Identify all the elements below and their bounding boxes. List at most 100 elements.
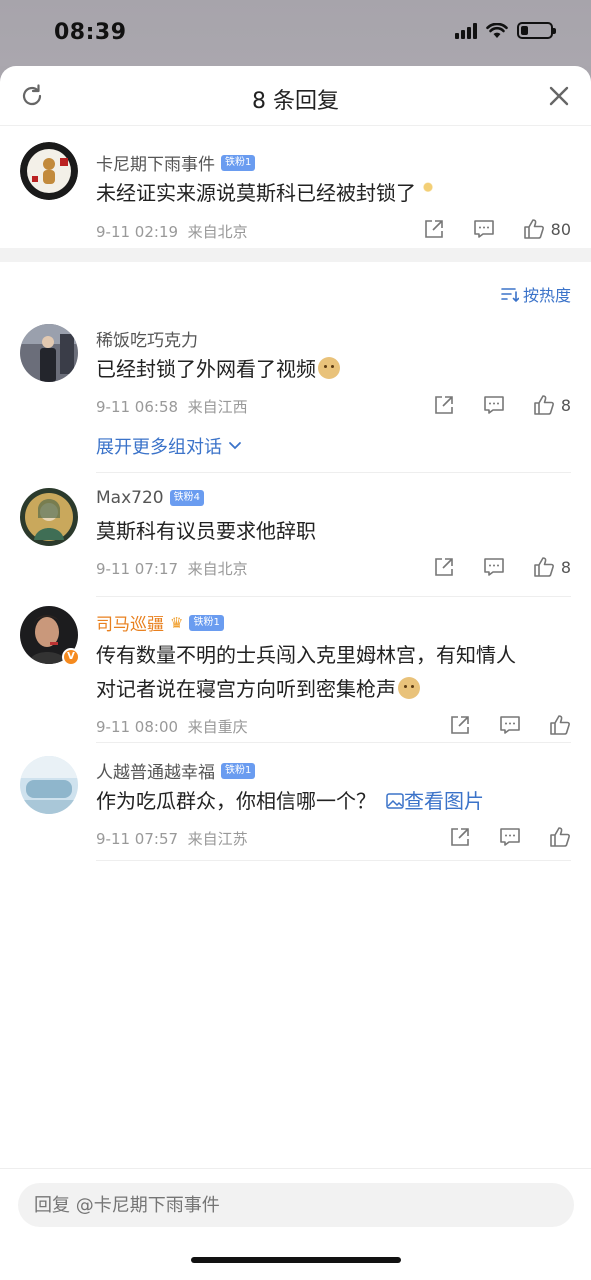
comment-location: 来自重庆 <box>187 718 248 736</box>
username[interactable]: Max720 <box>96 488 164 508</box>
share-icon <box>424 220 443 238</box>
expand-label: 展开更多组对话 <box>96 437 222 458</box>
comment-meta: 9-11 07:17 来自北京 <box>96 558 248 579</box>
share-button[interactable] <box>449 714 471 736</box>
like-icon <box>534 557 554 577</box>
avatar[interactable] <box>20 142 78 200</box>
close-icon[interactable] <box>545 82 573 110</box>
username[interactable]: 人越普通越幸福 <box>96 758 215 783</box>
like-button[interactable] <box>549 826 571 848</box>
comment-meta: 9-11 08:00 来自重庆 <box>96 716 248 737</box>
view-image-label: 查看图片 <box>404 789 484 813</box>
comment-text: 莫斯科有议员要求他辞职 <box>96 514 316 548</box>
chevron-down-icon <box>229 442 241 450</box>
fan-badge: 铁粉1 <box>221 154 256 171</box>
signal-icon <box>455 22 477 39</box>
comment-time: 9-11 07:17 <box>96 560 179 578</box>
username[interactable]: 稀饭吃巧克力 <box>96 326 198 351</box>
comment-icon <box>473 220 494 238</box>
comment-time: 9-11 07:57 <box>96 830 179 848</box>
comment-icon <box>484 396 504 414</box>
comment-icon <box>500 716 520 734</box>
name-row: 人越普通越幸福 铁粉1 <box>96 758 256 783</box>
share-button[interactable] <box>433 394 455 416</box>
verified-icon: V <box>62 648 80 666</box>
like-button[interactable]: 80 <box>523 218 571 240</box>
reply-item: 稀饭吃巧克力 已经封锁了外网看了视频 9-11 06:58 来自江西 8 <box>0 316 591 476</box>
image-icon <box>386 793 404 809</box>
sheet-header: 8 条回复 <box>0 66 591 126</box>
username[interactable]: 司马巡疆 <box>96 610 164 635</box>
share-button[interactable] <box>433 556 455 578</box>
comment-icon <box>484 558 504 576</box>
avatar[interactable] <box>20 488 78 546</box>
person-emoji-icon <box>420 181 436 203</box>
comment-text-line2-wrapper: 对记者说在寝宫方向听到密集枪声 <box>96 672 516 706</box>
comment-text-line2: 对记者说在寝宫方向听到密集枪声 <box>96 677 396 701</box>
like-button[interactable]: 8 <box>533 394 571 416</box>
reply-bar <box>0 1168 591 1280</box>
comment-location: 来自北京 <box>187 560 248 578</box>
share-icon <box>435 558 453 576</box>
like-button[interactable]: 8 <box>533 556 571 578</box>
avatar[interactable] <box>20 756 78 814</box>
comment-actions: 8 <box>405 394 571 416</box>
comment-button[interactable] <box>483 556 505 578</box>
divider <box>96 596 571 597</box>
comment-actions <box>421 826 571 848</box>
reply-item: V 司马巡疆 ♛ 铁粉1 传有数量不明的士兵闯入克里姆林宫，有知情人 对记者说在… <box>0 602 591 742</box>
comment-button[interactable] <box>499 714 521 736</box>
comment-button[interactable] <box>483 394 505 416</box>
like-count: 8 <box>560 395 571 415</box>
name-row: 司马巡疆 ♛ 铁粉1 <box>96 610 224 635</box>
comment-time: 9-11 06:58 <box>96 398 179 416</box>
like-button[interactable] <box>549 714 571 736</box>
battery-fill <box>521 26 528 35</box>
expand-conversation-link[interactable]: 展开更多组对话 <box>96 433 242 459</box>
divider <box>96 742 571 743</box>
like-icon <box>534 395 554 415</box>
view-image-link[interactable]: 查看图片 <box>386 789 484 813</box>
wifi-icon <box>486 22 508 38</box>
doge-emoji-icon <box>318 357 340 379</box>
like-count: 8 <box>560 557 571 577</box>
share-button[interactable] <box>423 218 445 240</box>
battery-icon <box>517 22 556 39</box>
comment-text: 未经证实来源说莫斯科已经被封锁了 <box>96 176 436 210</box>
divider <box>96 860 571 861</box>
sort-label: 按热度 <box>522 286 571 305</box>
status-bar: 08:39 <box>0 0 591 66</box>
comment-actions: 8 <box>405 556 571 578</box>
comment-actions <box>421 714 571 736</box>
status-time: 08:39 <box>54 20 127 45</box>
crown-icon: ♛ <box>170 613 184 632</box>
main-comment: 卡尼期下雨事件 铁粉1 未经证实来源说莫斯科已经被封锁了 9-11 02:19 … <box>0 126 591 248</box>
comment-meta: 9-11 02:19 来自北京 <box>96 221 248 242</box>
sheet-title: 8 条回复 <box>252 89 339 114</box>
comment-location: 来自江苏 <box>187 830 248 848</box>
share-button[interactable] <box>449 826 471 848</box>
comment-text-content: 莫斯科有议员要求他辞职 <box>96 519 316 543</box>
replies-sheet: 8 条回复 卡尼期下雨事件 铁粉1 未经证实来源说莫斯科已经被封锁了 9-11 … <box>0 66 591 1280</box>
reply-input[interactable] <box>18 1183 574 1227</box>
doge-emoji-icon <box>398 677 420 699</box>
comment-text: 作为吃瓜群众，你相信哪一个？ 查看图片 <box>96 784 484 818</box>
like-icon <box>523 219 544 239</box>
status-icons <box>455 22 556 39</box>
comment-location: 来自江西 <box>187 398 248 416</box>
like-count: 80 <box>550 219 571 239</box>
sort-button[interactable]: 按热度 <box>501 282 571 306</box>
comment-button[interactable] <box>499 826 521 848</box>
comment-text-content: 未经证实来源说莫斯科已经被封锁了 <box>96 181 416 205</box>
comment-actions: 80 <box>395 218 571 240</box>
comment-time: 9-11 02:19 <box>96 223 179 241</box>
comment-text-content: 已经封锁了外网看了视频 <box>96 357 316 381</box>
comment-meta: 9-11 07:57 来自江苏 <box>96 828 248 849</box>
share-icon <box>435 396 453 414</box>
comment-text: 已经封锁了外网看了视频 <box>96 352 340 386</box>
username[interactable]: 卡尼期下雨事件 <box>96 150 215 175</box>
comment-button[interactable] <box>473 218 495 240</box>
fan-badge: 铁粉1 <box>189 614 224 631</box>
reply-item: Max720 铁粉4 莫斯科有议员要求他辞职 9-11 07:17 来自北京 8 <box>0 478 591 598</box>
avatar[interactable] <box>20 324 78 382</box>
